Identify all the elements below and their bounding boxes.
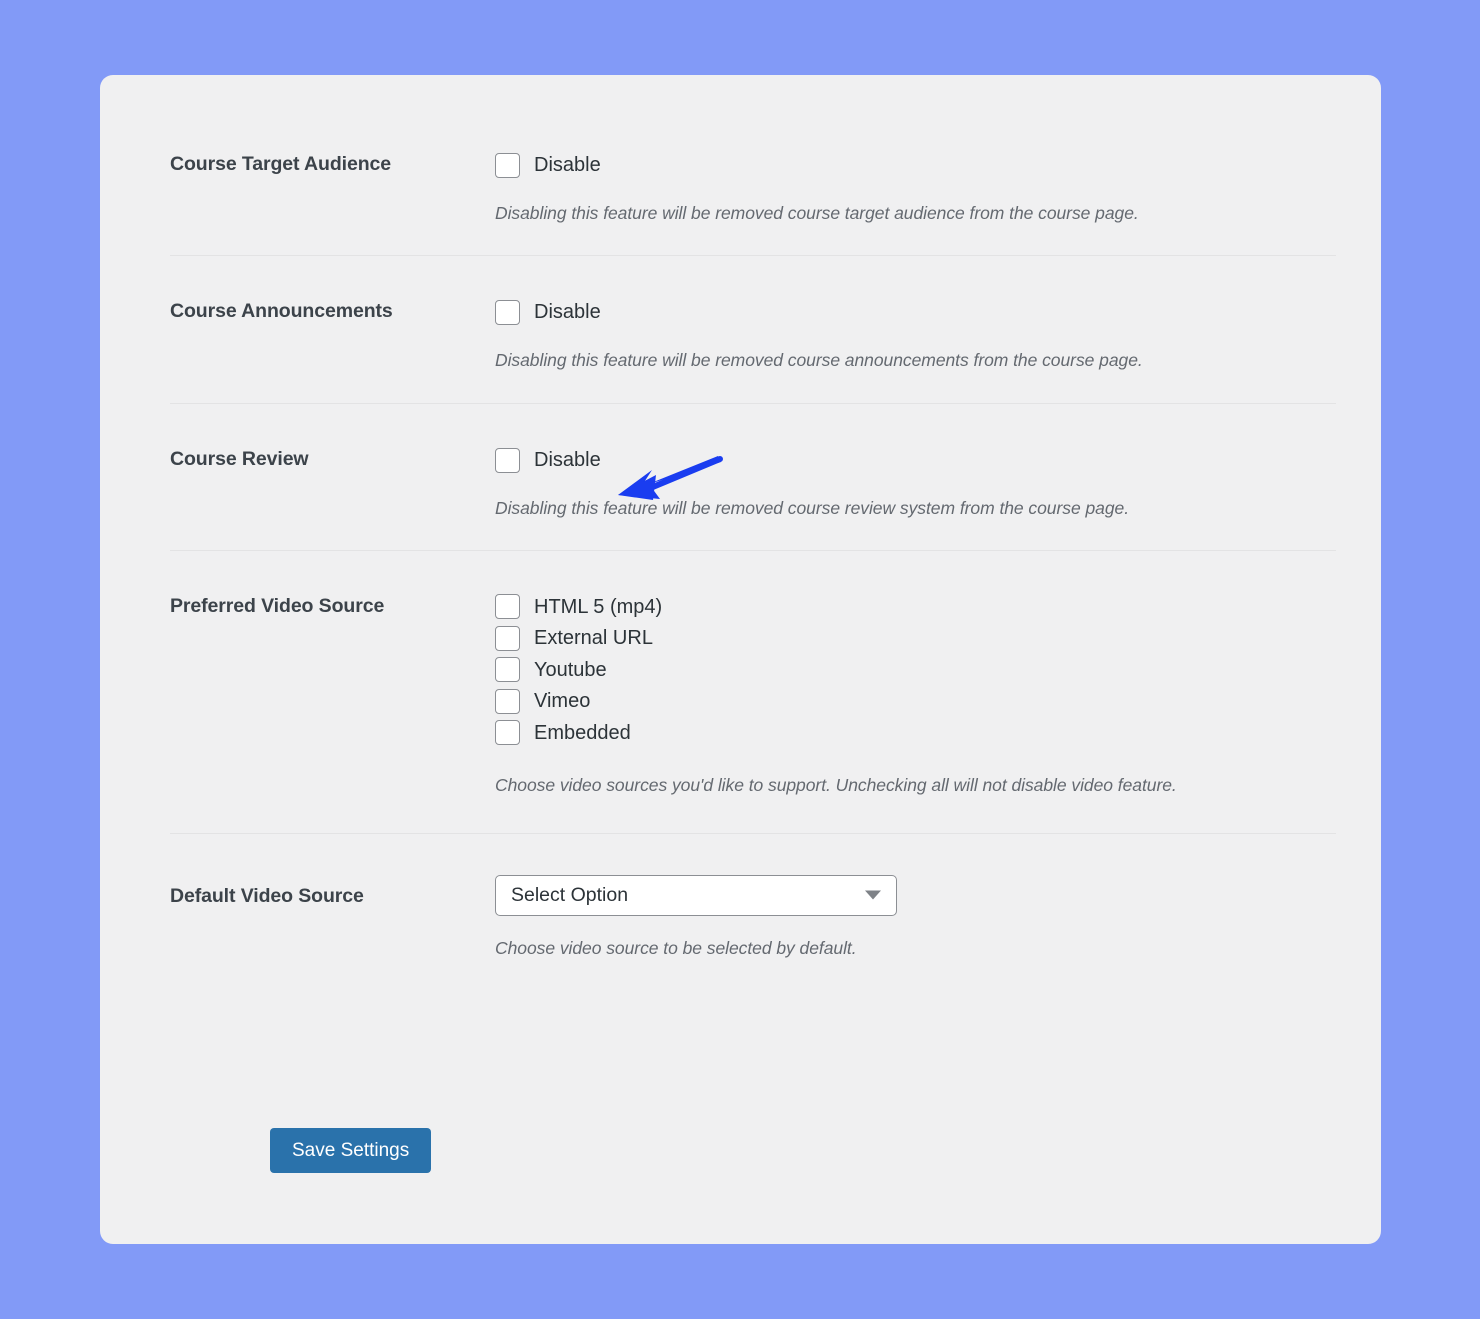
- row-field-course-target-audience: Disable Disabling this feature will be r…: [495, 149, 1336, 224]
- setting-row-course-target-audience: Course Target Audience Disable Disabling…: [170, 75, 1336, 256]
- checkbox-label: Vimeo: [534, 690, 591, 713]
- checkbox-label: External URL: [534, 627, 653, 650]
- checkbox-label: Disable: [534, 154, 601, 176]
- select-value[interactable]: Select Option: [495, 874, 897, 916]
- row-label-course-target-audience: Course Target Audience: [170, 153, 392, 175]
- checkbox-icon[interactable]: [495, 688, 520, 714]
- checkbox-label: Disable: [534, 301, 601, 323]
- save-area: Save Settings: [270, 1128, 432, 1173]
- default-video-source-select[interactable]: Select Option: [495, 874, 897, 916]
- checkbox-icon[interactable]: [495, 720, 520, 746]
- row-field-default-video-source: Select Option Choose video source to be …: [495, 874, 1336, 959]
- setting-row-preferred-video-source: Preferred Video Source HTML 5 (mp4) Exte…: [170, 551, 1336, 834]
- checkbox-icon[interactable]: [495, 657, 520, 683]
- checkbox-label: Disable: [534, 449, 601, 471]
- checkbox-icon[interactable]: [495, 152, 520, 178]
- hint-preferred-video-source: Choose video sources you'd like to suppo…: [495, 774, 1177, 795]
- checkbox-option-external-url[interactable]: External URL: [495, 623, 1336, 655]
- checkbox-icon[interactable]: [495, 625, 520, 651]
- hint-course-target-audience: Disabling this feature will be removed c…: [495, 203, 1139, 223]
- checkbox-label: Embedded: [534, 721, 631, 744]
- setting-row-default-video-source: Default Video Source Select Option Choos…: [170, 834, 1336, 959]
- checkbox-label: HTML 5 (mp4): [534, 595, 663, 618]
- settings-card: Course Target Audience Disable Disabling…: [100, 75, 1381, 1244]
- hint-course-announcements: Disabling this feature will be removed c…: [495, 350, 1143, 370]
- checkbox-icon[interactable]: [495, 594, 520, 620]
- checkbox-option-vimeo[interactable]: Vimeo: [495, 686, 1336, 718]
- row-label-default-video-source: Default Video Source: [170, 884, 364, 907]
- checkbox-option-html5-mp4[interactable]: HTML 5 (mp4): [495, 591, 1336, 623]
- row-label-course-review: Course Review: [170, 448, 309, 470]
- checkbox-option-disable-course-review[interactable]: Disable: [495, 444, 1336, 476]
- checkbox-label: Youtube: [534, 658, 607, 681]
- checkbox-icon[interactable]: [495, 447, 520, 473]
- row-label-course-announcements: Course Announcements: [170, 300, 393, 322]
- row-field-course-announcements: Disable Disabling this feature will be r…: [495, 296, 1336, 371]
- checkbox-icon[interactable]: [495, 299, 520, 325]
- hint-course-review: Disabling this feature will be removed c…: [495, 498, 1130, 518]
- settings-rows: Course Target Audience Disable Disabling…: [170, 75, 1336, 959]
- save-settings-button[interactable]: Save Settings: [270, 1128, 432, 1173]
- row-field-course-review: Disable Disabling this feature will be r…: [495, 444, 1336, 519]
- video-source-checkbox-list: HTML 5 (mp4) External URL Youtube Vimeo: [495, 591, 1336, 749]
- checkbox-option-disable-announcements[interactable]: Disable: [495, 296, 1336, 328]
- checkbox-option-disable-target-audience[interactable]: Disable: [495, 149, 1336, 181]
- row-field-preferred-video-source: HTML 5 (mp4) External URL Youtube Vimeo: [495, 591, 1336, 796]
- setting-row-course-review: Course Review Disable Disabling this fea…: [170, 404, 1336, 551]
- hint-default-video-source: Choose video source to be selected by de…: [495, 937, 857, 958]
- setting-row-course-announcements: Course Announcements Disable Disabling t…: [170, 256, 1336, 404]
- row-label-preferred-video-source: Preferred Video Source: [170, 595, 385, 617]
- checkbox-option-youtube[interactable]: Youtube: [495, 654, 1336, 686]
- checkbox-option-embedded[interactable]: Embedded: [495, 717, 1336, 749]
